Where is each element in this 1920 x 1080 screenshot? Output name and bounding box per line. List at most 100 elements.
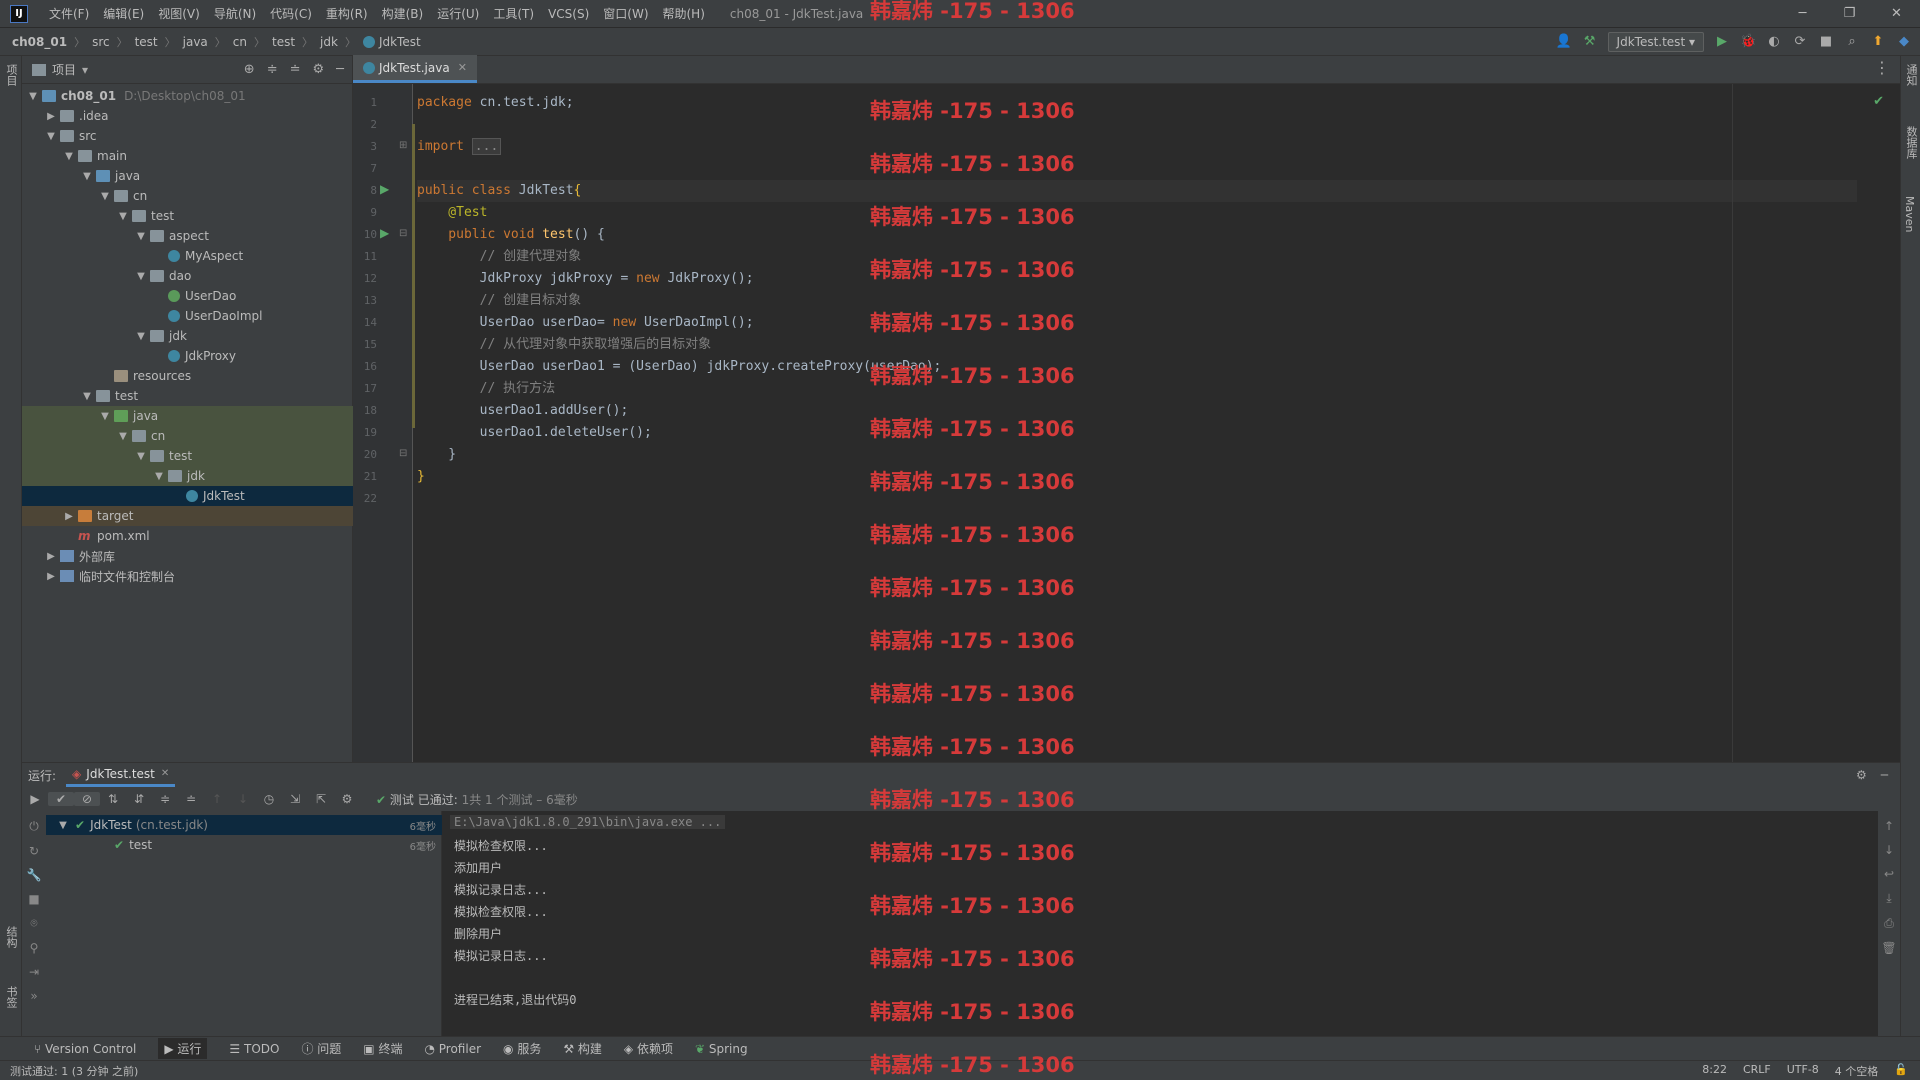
tool-build[interactable]: ⚒ 构建 (563, 1040, 602, 1057)
restore-icon[interactable]: ❐ (1826, 6, 1873, 21)
breadcrumb-test[interactable]: test (135, 35, 158, 49)
rerun-icon[interactable]: ▶ (22, 792, 48, 806)
lock-icon[interactable]: 🔓 (1894, 1063, 1908, 1079)
expand-all-icon[interactable]: ≑ (267, 62, 278, 77)
menu-code[interactable]: 代码(C) (263, 5, 319, 22)
maven-tool-tab[interactable]: Maven (1903, 196, 1916, 232)
soft-wrap-icon[interactable]: ↩ (1884, 867, 1894, 881)
hide-icon[interactable]: ─ (1881, 768, 1888, 782)
update-icon[interactable]: ⬆ (1870, 34, 1886, 49)
prev-test-icon[interactable]: ↑ (204, 792, 230, 806)
run-method-icon[interactable]: ▶ (380, 226, 389, 240)
tree-item-test-cn[interactable]: ▼ cn (22, 426, 353, 446)
sort-duration-icon[interactable]: ⇵ (126, 792, 152, 806)
tree-item-target[interactable]: ▶ target (22, 506, 353, 526)
fold-icon[interactable]: ⊟ (399, 228, 407, 239)
tool-spring[interactable]: ❦ Spring (695, 1042, 748, 1056)
tree-item-external-libs[interactable]: ▶ 外部库 (22, 546, 353, 566)
test-suite-row[interactable]: ▼ ✔ JdkTest (cn.test.jdk) 6毫秒 (46, 815, 442, 835)
more-icon[interactable]: » (30, 989, 37, 1003)
structure-tool-tab[interactable]: 结构 (3, 926, 19, 948)
tool-version-control[interactable]: ⑂ Version Control (34, 1042, 136, 1056)
import-icon[interactable]: ⇲ (282, 792, 308, 806)
menu-navigate[interactable]: 导航(N) (207, 5, 263, 22)
wrench-icon[interactable]: 🔧 (27, 868, 42, 882)
tree-item-test-pkg[interactable]: ▼ test (22, 206, 353, 226)
collapse-all-icon[interactable]: ≐ (290, 62, 301, 77)
breadcrumb-cn[interactable]: cn (233, 35, 247, 49)
tree-item-pom[interactable]: m pom.xml (22, 526, 353, 546)
editor-tab-jdktest[interactable]: JdkTest.java ✕ (353, 55, 477, 83)
tree-item-dao[interactable]: ▼ dao (22, 266, 353, 286)
pin-icon[interactable]: ⚲ (30, 941, 39, 955)
tree-item-resources[interactable]: resources (22, 366, 353, 386)
scroll-down-icon[interactable]: ↓ (1884, 843, 1894, 857)
run-icon[interactable]: ▶ (1714, 34, 1730, 49)
tree-item-myaspect[interactable]: MyAspect (22, 246, 353, 266)
tree-item-test-root[interactable]: ▼ test (22, 386, 353, 406)
tree-item-scratches[interactable]: ▶ 临时文件和控制台 (22, 566, 353, 586)
tree-item-test-jdk[interactable]: ▼ jdk (22, 466, 353, 486)
minimize-icon[interactable]: ─ (1779, 6, 1826, 21)
chevron-down-icon[interactable]: ▾ (82, 63, 88, 77)
fold-icon[interactable]: ⊟ (399, 448, 407, 459)
rerun-failed-icon[interactable]: ↻ (29, 844, 39, 858)
tree-item-jdktest[interactable]: JdkTest (22, 486, 353, 506)
tool-services[interactable]: ◉ 服务 (503, 1040, 541, 1057)
menu-window[interactable]: 窗口(W) (596, 5, 655, 22)
close-tab-icon[interactable]: ✕ (161, 768, 169, 779)
breadcrumb-class[interactable]: JdkTest (379, 35, 421, 49)
tree-item-jdkproxy[interactable]: JdkProxy (22, 346, 353, 366)
tree-item-project-root[interactable]: ▼ ch08_01 D:\Desktop\ch08_01 (22, 86, 353, 106)
test-case-row[interactable]: ✔ test 6毫秒 (46, 835, 442, 855)
gear-icon[interactable]: ⚙ (313, 62, 325, 77)
notifications-tool-tab[interactable]: 通知 (1903, 64, 1919, 86)
menu-vcs[interactable]: VCS(S) (541, 7, 596, 21)
scroll-to-end-icon[interactable]: ⤓ (1886, 891, 1891, 906)
breadcrumb-src[interactable]: src (92, 35, 110, 49)
bookmarks-tool-tab[interactable]: 书签 (3, 986, 19, 1008)
breadcrumb-java[interactable]: java (183, 35, 208, 49)
menu-run[interactable]: 运行(U) (430, 5, 486, 22)
locate-icon[interactable]: ⊕ (244, 62, 255, 77)
export-icon[interactable]: ⇱ (308, 792, 334, 806)
stop-icon[interactable]: ■ (1818, 34, 1834, 49)
inspection-ok-icon[interactable]: ✔ (1873, 94, 1884, 109)
camera-icon[interactable]: ⌾ (30, 916, 37, 931)
user-icon[interactable]: 👤 (1556, 34, 1572, 49)
search-icon[interactable]: ⌕ (1844, 34, 1860, 49)
tool-problems[interactable]: ⓘ 问题 (301, 1040, 341, 1057)
tree-item-userdaoimpl[interactable]: UserDaoImpl (22, 306, 353, 326)
expand-all-icon[interactable]: ≑ (152, 792, 178, 806)
more-icon[interactable]: ⋮ (1874, 58, 1890, 77)
console-command-line[interactable]: E:\Java\jdk1.8.0_291\bin\java.exe ... (450, 815, 726, 829)
tool-dependencies[interactable]: ◈ 依赖项 (624, 1040, 673, 1057)
tree-item-test-java[interactable]: ▼ java (22, 406, 353, 426)
project-tool-tab[interactable]: 项目 (3, 64, 19, 86)
menu-help[interactable]: 帮助(H) (656, 5, 712, 22)
run-tab-jdktest[interactable]: ◈ JdkTest.test ✕ (66, 763, 176, 787)
file-encoding[interactable]: UTF-8 (1787, 1063, 1819, 1079)
show-passed-icon[interactable]: ✔ (48, 792, 74, 806)
scroll-up-icon[interactable]: ↑ (1884, 819, 1894, 833)
exit-icon[interactable]: ⇥ (29, 965, 39, 979)
menu-file[interactable]: 文件(F) (42, 5, 96, 22)
build-hammer-icon[interactable]: ⚒ (1582, 34, 1598, 49)
debug-icon[interactable]: 🐞 (1740, 34, 1756, 49)
plugin-icon[interactable]: ◆ (1896, 34, 1912, 49)
profile-icon[interactable]: ⟳ (1792, 34, 1808, 49)
tool-terminal[interactable]: ▣ 终端 (363, 1040, 402, 1057)
coverage-icon[interactable]: ◐ (1766, 34, 1782, 49)
tool-run[interactable]: ▶ 运行 (158, 1038, 208, 1059)
stop-icon[interactable]: ⏻ (29, 819, 39, 834)
history-icon[interactable]: ◷ (256, 792, 282, 806)
fold-icon[interactable]: ⊞ (399, 140, 407, 151)
next-test-icon[interactable]: ↓ (230, 792, 256, 806)
stop-square-icon[interactable]: ■ (28, 892, 39, 906)
tree-item-cn[interactable]: ▼ cn (22, 186, 353, 206)
menu-view[interactable]: 视图(V) (151, 5, 207, 22)
folded-imports[interactable]: ... (471, 138, 502, 155)
console-output[interactable]: E:\Java\jdk1.8.0_291\bin\java.exe ... 模拟… (442, 811, 1878, 1037)
database-tool-tab[interactable]: 数据库 (1903, 126, 1919, 159)
hide-icon[interactable]: ─ (336, 62, 344, 77)
